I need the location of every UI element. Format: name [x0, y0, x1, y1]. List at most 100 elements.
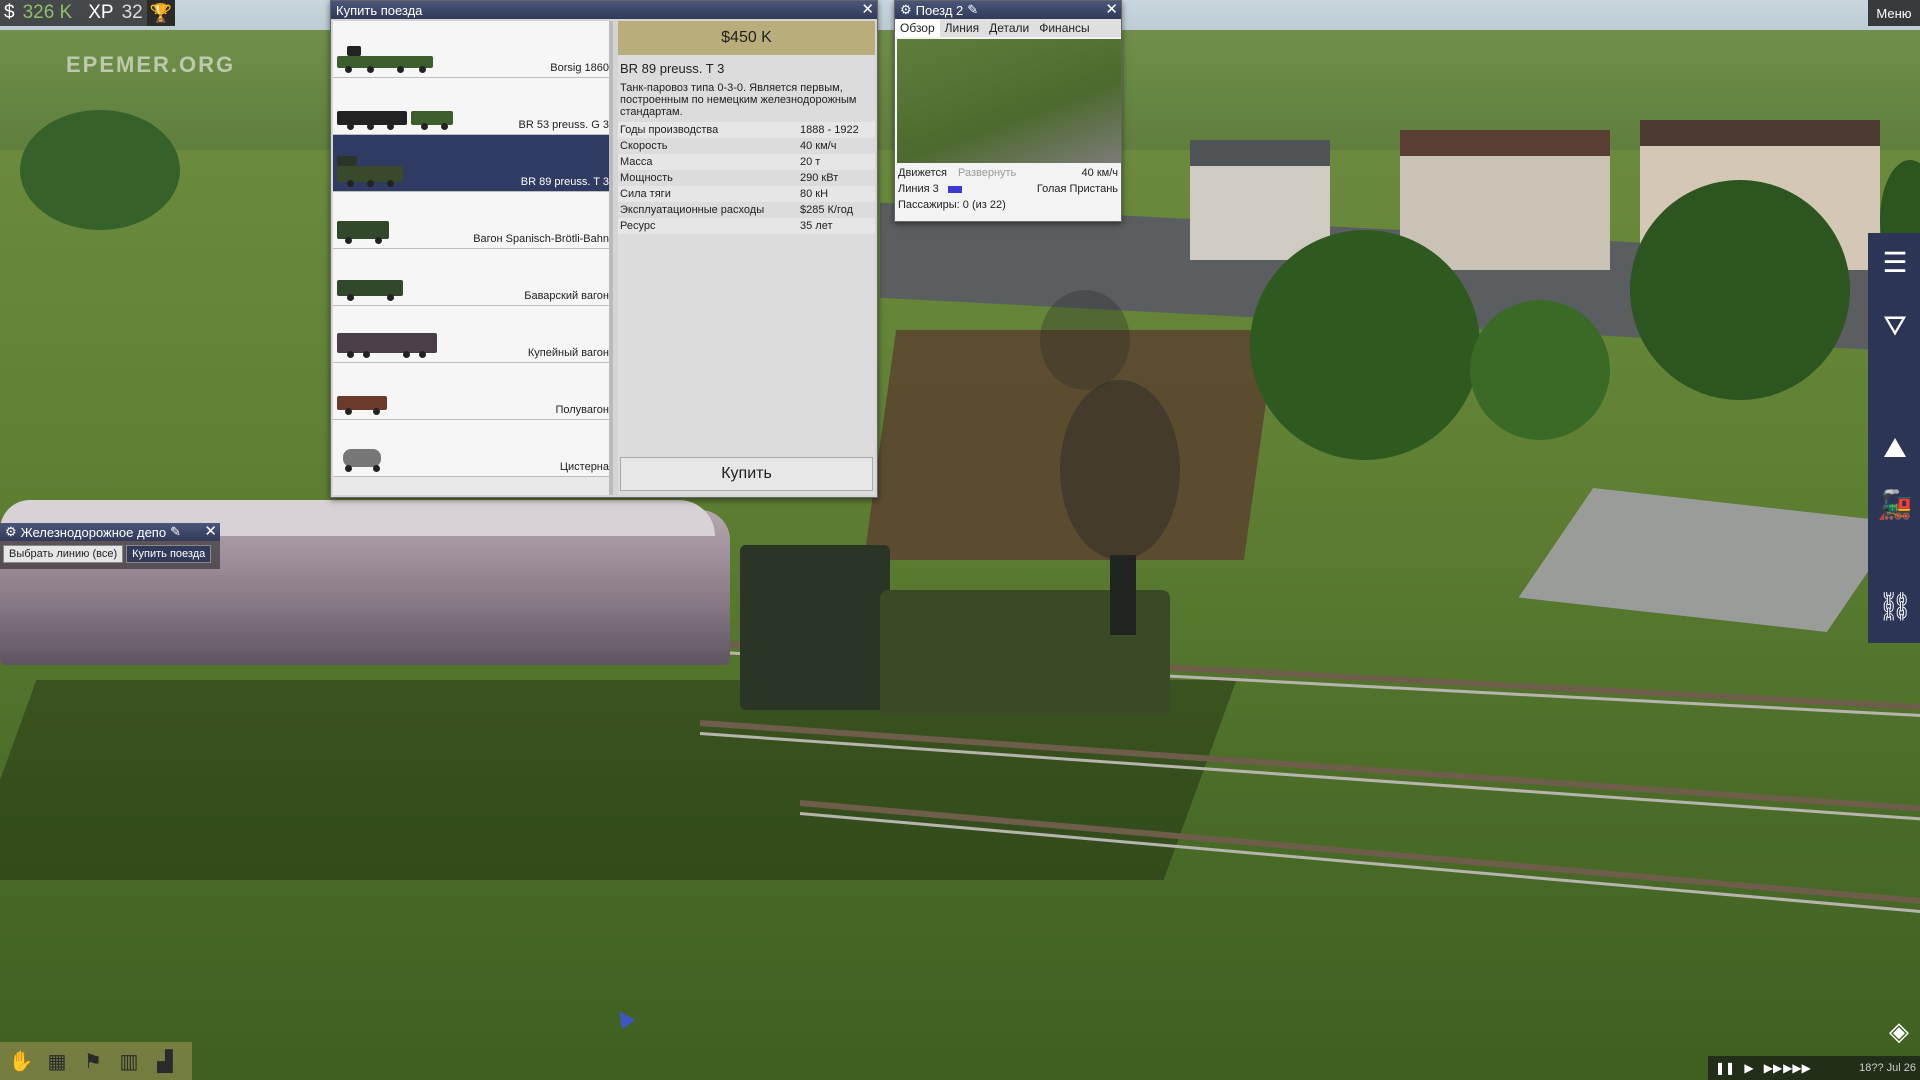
- gear-icon[interactable]: ⚙: [900, 2, 912, 18]
- depot-window: ⚙ Железнодорожное депо ✎ ✕ Выбрать линию…: [0, 523, 220, 569]
- train-passengers: Пассажиры: 0 (из 22): [898, 199, 1006, 211]
- tab-details[interactable]: Детали: [984, 19, 1034, 37]
- wagon-thumbnail: [337, 218, 389, 244]
- spec-table: Годы производства 1888 - 1922 Скорость 4…: [618, 122, 875, 234]
- locomotive-thumbnail: [337, 104, 453, 130]
- wagon-thumbnail: [337, 332, 437, 358]
- close-icon[interactable]: ✕: [204, 523, 217, 541]
- vehicle-price: $450 K: [618, 21, 875, 55]
- train-line[interactable]: Линия 3: [898, 183, 939, 195]
- spec-row: Масса 20 т: [618, 154, 875, 170]
- xp-label: XP: [88, 2, 114, 23]
- locomotive-chimney: [1110, 555, 1136, 635]
- edit-icon[interactable]: ✎: [967, 2, 978, 18]
- vehicle-item-label: Баварский вагон: [524, 290, 609, 302]
- train-tabs: Обзор Линия Детали Финансы: [895, 19, 1121, 37]
- pause-icon[interactable]: ❚❚: [1715, 1059, 1735, 1077]
- vehicle-item-br89[interactable]: BR 89 preuss. T 3: [333, 135, 613, 192]
- fast-forward-icon[interactable]: ▶▶: [1764, 1059, 1782, 1077]
- buy-window-title: Купить поезда: [336, 2, 423, 18]
- road-icon[interactable]: ⛛: [1876, 307, 1914, 345]
- train-camera-preview[interactable]: [897, 39, 1121, 163]
- tree: [1630, 180, 1850, 400]
- close-icon[interactable]: ✕: [861, 1, 874, 19]
- wagon-thumbnail: [337, 275, 403, 301]
- building[interactable]: [1400, 130, 1610, 270]
- bottom-toolbar: ✋ ▦ ⚑ ▥ ▟: [0, 1042, 192, 1080]
- game-date: 18?? Jul 26: [1859, 1062, 1916, 1074]
- tree: [1250, 230, 1480, 460]
- vehicle-item-label: BR 53 preuss. G 3: [518, 119, 610, 131]
- buy-trains-window: Купить поезда ✕ Borsig 1860 BR 53 preuss…: [330, 0, 878, 498]
- play-icon[interactable]: ▶: [1740, 1059, 1758, 1077]
- vehicle-description: Танк-паровоз типа 0-3-0. Является первым…: [620, 82, 857, 118]
- tab-overview[interactable]: Обзор: [895, 19, 940, 37]
- terrain-icon[interactable]: ⛰: [1876, 429, 1914, 467]
- tree: [1470, 300, 1610, 440]
- vehicle-item-label: Купейный вагон: [527, 347, 609, 359]
- vehicle-item-br53[interactable]: BR 53 preuss. G 3: [333, 78, 613, 135]
- layers-icon[interactable]: ◈: [1882, 1014, 1916, 1048]
- smoke: [1060, 380, 1180, 560]
- chart-icon[interactable]: ▟: [150, 1046, 180, 1076]
- tab-finances[interactable]: Финансы: [1034, 19, 1094, 37]
- train-status: Движется: [898, 167, 947, 179]
- station-icon[interactable]: ▦: [42, 1046, 72, 1076]
- build-sidebar: ☰ ⛛ ⛰ 🚂 ⛓: [1868, 233, 1920, 643]
- signal-icon[interactable]: ⚑: [78, 1046, 108, 1076]
- line-color-swatch: [947, 185, 962, 193]
- vehicle-item-label: Borsig 1860: [550, 62, 609, 74]
- spec-row: Эксплуатационные расходы $285 К/год: [618, 202, 875, 218]
- vehicle-item-spanisch-wagon[interactable]: Вагон Spanisch-Brötli-Bahn: [333, 192, 613, 249]
- menu-button[interactable]: Меню: [1868, 0, 1920, 26]
- train-icon[interactable]: 🚂: [1876, 485, 1914, 523]
- building[interactable]: [1190, 140, 1330, 260]
- wagon-thumbnail: [337, 389, 387, 415]
- link-icon[interactable]: ⛓: [1876, 587, 1914, 625]
- tab-line[interactable]: Линия: [940, 19, 984, 37]
- spec-value: 290 кВт: [800, 172, 839, 184]
- bulldoze-icon[interactable]: ✋: [6, 1046, 36, 1076]
- vehicle-item-tank-car[interactable]: Цистерна: [333, 420, 613, 477]
- list-scrollbar[interactable]: [609, 21, 613, 495]
- xp-value: 32: [121, 2, 143, 23]
- reverse-button[interactable]: Развернуть: [958, 167, 1016, 179]
- buy-trains-button[interactable]: Купить поезда: [126, 545, 212, 563]
- vehicle-item-label: Вагон Spanisch-Brötli-Bahn: [473, 233, 609, 245]
- buy-window-title-bar[interactable]: Купить поезда ✕: [331, 1, 877, 19]
- train-destination: Голая Пристань: [1036, 183, 1118, 195]
- depot-window-title-bar[interactable]: ⚙ Железнодорожное депо ✎ ✕: [0, 523, 220, 541]
- vehicle-item-compartment-wagon[interactable]: Купейный вагон: [333, 306, 613, 363]
- rail-track-icon[interactable]: ☰: [1876, 243, 1914, 281]
- locomotive-thumbnail: [337, 156, 403, 187]
- time-controls: ❚❚ ▶ ▶▶ ▶▶▶ 18?? Jul 26: [1708, 1056, 1920, 1080]
- close-icon[interactable]: ✕: [1105, 1, 1118, 19]
- vehicle-item-gondola-car[interactable]: Полувагон: [333, 363, 613, 420]
- spec-key: Годы производства: [620, 124, 719, 136]
- spec-row: Годы производства 1888 - 1922: [618, 122, 875, 138]
- trophy-icon[interactable]: 🏆: [146, 0, 175, 26]
- gear-icon[interactable]: ⚙: [5, 524, 17, 540]
- spec-value: 1888 - 1922: [800, 124, 859, 136]
- watermark: EPEMER.ORG: [66, 52, 236, 77]
- train-window-title-bar[interactable]: ⚙ Поезд 2 ✎ ✕: [895, 1, 1121, 19]
- spec-key: Скорость: [620, 140, 668, 152]
- vehicle-list: Borsig 1860 BR 53 preuss. G 3 BR 89 preu…: [333, 21, 613, 495]
- fastest-forward-icon[interactable]: ▶▶▶: [1783, 1059, 1811, 1077]
- depot-buttons: Выбрать линию (все) Купить поезда: [0, 541, 220, 567]
- city-icon[interactable]: ▥: [114, 1046, 144, 1076]
- select-line-button[interactable]: Выбрать линию (все): [3, 545, 124, 563]
- vehicle-item-borsig[interactable]: Borsig 1860: [333, 21, 613, 78]
- spec-row: Ресурс 35 лет: [618, 218, 875, 234]
- train-status-row: Движется Развернуть 40 км/ч: [895, 165, 1121, 181]
- train-line-row: Линия 3 Голая Пристань: [895, 181, 1121, 197]
- spec-value: 80 кН: [800, 188, 829, 200]
- smoke: [1040, 290, 1130, 390]
- buy-button[interactable]: Купить: [620, 457, 873, 491]
- vehicle-item-bavarian-wagon[interactable]: Баварский вагон: [333, 249, 613, 306]
- spec-key: Мощность: [620, 172, 673, 184]
- locomotive-thumbnail: [337, 46, 433, 73]
- spec-key: Масса: [620, 156, 653, 168]
- edit-icon[interactable]: ✎: [170, 524, 181, 540]
- locomotive-cab[interactable]: [740, 545, 890, 710]
